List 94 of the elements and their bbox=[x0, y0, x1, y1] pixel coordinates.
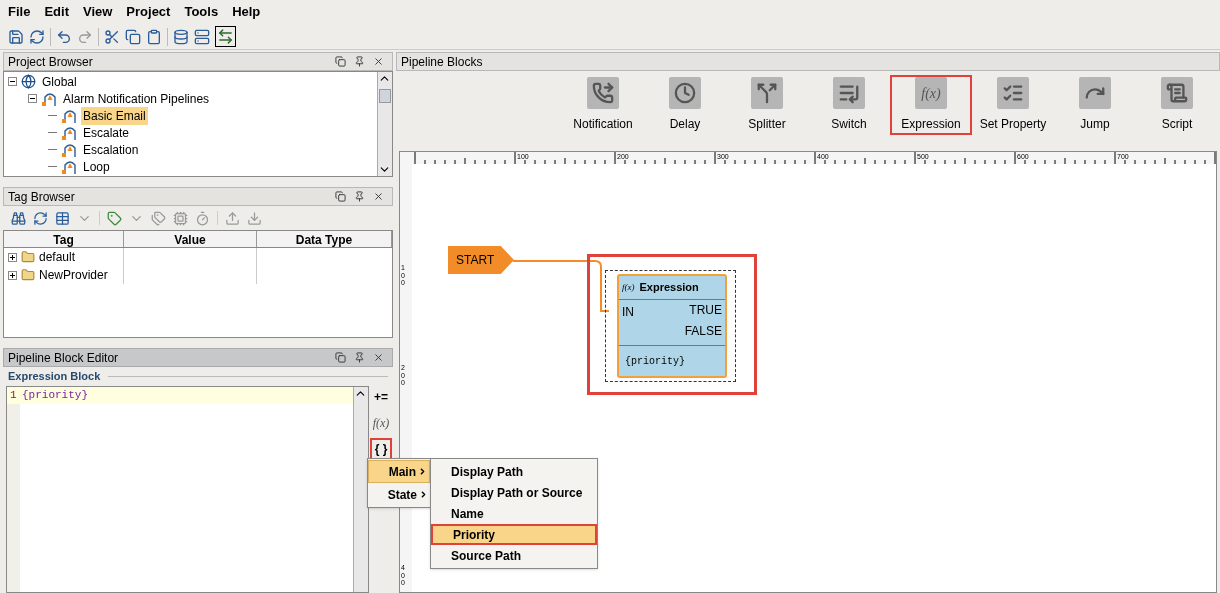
start-block[interactable]: START bbox=[448, 246, 514, 274]
insert-tool-button[interactable]: += bbox=[370, 386, 392, 408]
folder-icon bbox=[21, 250, 35, 264]
expression-block[interactable]: f(x) Expression IN TRUE FALSE {priority} bbox=[617, 274, 727, 378]
close-icon[interactable] bbox=[373, 56, 384, 67]
table-cell[interactable]: default bbox=[39, 248, 76, 266]
output-port-label: FALSE bbox=[684, 324, 722, 339]
line-number: 1 bbox=[7, 387, 20, 404]
function-icon: f(x) bbox=[622, 280, 635, 295]
float-icon[interactable] bbox=[335, 56, 346, 67]
globe-icon bbox=[21, 74, 36, 89]
block-palette-button[interactable]: f(x) Expression bbox=[890, 75, 972, 135]
tree-item[interactable]: Escalation bbox=[81, 140, 141, 159]
transfer-icon[interactable] bbox=[215, 26, 236, 47]
block-palette-button[interactable]: Script bbox=[1136, 75, 1218, 135]
undo-icon[interactable] bbox=[56, 28, 72, 45]
database-icon[interactable] bbox=[173, 28, 189, 45]
pin-icon[interactable] bbox=[354, 191, 365, 202]
table-icon[interactable] bbox=[55, 210, 70, 226]
tree-item[interactable]: Escalate bbox=[81, 123, 132, 142]
tree-item[interactable]: Global bbox=[40, 72, 79, 91]
script-block-icon bbox=[1161, 77, 1193, 109]
collapse-icon[interactable] bbox=[8, 77, 17, 86]
collapse-icon[interactable] bbox=[28, 94, 37, 103]
tag-icon[interactable] bbox=[107, 210, 122, 226]
pin-icon[interactable] bbox=[354, 56, 365, 67]
pipeline-icon bbox=[61, 124, 77, 141]
block-expression: {priority} bbox=[625, 354, 685, 369]
folder-icon bbox=[21, 268, 35, 282]
insert-tool-button[interactable]: f(x) bbox=[370, 412, 392, 434]
block-palette-button[interactable]: Splitter bbox=[726, 75, 808, 135]
jump-block-icon bbox=[1079, 77, 1111, 109]
paste-icon[interactable] bbox=[146, 28, 162, 45]
binoculars-icon[interactable] bbox=[11, 210, 26, 226]
menu-item[interactable]: Tools bbox=[184, 2, 219, 22]
pipeline-icon bbox=[61, 107, 77, 124]
block-palette-button[interactable]: Set Property bbox=[972, 75, 1054, 135]
panel-title: Tag Browser bbox=[8, 188, 75, 206]
float-icon[interactable] bbox=[335, 191, 346, 202]
delay-block-icon bbox=[669, 77, 701, 109]
menu-item[interactable]: Help bbox=[232, 2, 261, 22]
code-line: {priority} bbox=[22, 388, 88, 404]
input-port-label: IN bbox=[622, 304, 634, 318]
refresh-icon[interactable] bbox=[33, 210, 48, 226]
copy-icon[interactable] bbox=[125, 28, 141, 45]
splitter-block-icon bbox=[751, 77, 783, 109]
expand-icon[interactable] bbox=[8, 270, 17, 280]
notification-block-icon bbox=[587, 77, 619, 109]
refresh-icon[interactable] bbox=[29, 28, 45, 45]
cut-icon[interactable] bbox=[104, 28, 120, 45]
tree-item[interactable]: Alarm Notification Pipelines bbox=[61, 89, 212, 108]
menu-item[interactable]: Display Path or Source bbox=[431, 482, 597, 503]
column-header[interactable]: Data Type bbox=[257, 231, 392, 247]
float-icon[interactable] bbox=[335, 352, 346, 363]
menu-item[interactable]: Main bbox=[368, 460, 430, 483]
menu-item[interactable]: Display Path bbox=[431, 461, 597, 482]
panel-title: Pipeline Block Editor bbox=[8, 349, 119, 367]
menu-item[interactable]: Source Path bbox=[431, 545, 597, 566]
code-editor[interactable]: 1 {priority} bbox=[6, 386, 369, 593]
close-icon[interactable] bbox=[373, 352, 384, 363]
pin-icon[interactable] bbox=[354, 352, 365, 363]
block-palette-button[interactable]: Switch bbox=[808, 75, 890, 135]
menu-item[interactable]: View bbox=[82, 2, 113, 22]
tree-item[interactable]: Loop bbox=[81, 157, 112, 176]
menu-item[interactable]: Project bbox=[126, 2, 171, 22]
scrollbar[interactable] bbox=[353, 387, 368, 592]
block-palette-button[interactable]: Notification bbox=[562, 75, 644, 135]
scrollbar[interactable] bbox=[377, 72, 392, 176]
panel-title: Pipeline Blocks bbox=[401, 53, 483, 71]
column-header[interactable]: Value bbox=[124, 231, 257, 247]
expand-icon[interactable] bbox=[8, 252, 17, 262]
server-icon[interactable] bbox=[194, 28, 210, 45]
section-title: Expression Block bbox=[8, 369, 101, 385]
output-port-label: TRUE bbox=[689, 303, 722, 318]
function-icon: f(x) bbox=[915, 77, 947, 109]
menu-item[interactable]: Name bbox=[431, 503, 597, 524]
table-cell[interactable]: NewProvider bbox=[39, 266, 108, 284]
column-header[interactable]: Tag bbox=[4, 231, 124, 247]
block-palette-button[interactable]: Delay bbox=[644, 75, 726, 135]
pipeline-icon bbox=[61, 158, 77, 175]
menu-item[interactable]: Priority bbox=[431, 524, 597, 545]
block-title: Expression bbox=[639, 280, 699, 296]
switch-block-icon bbox=[833, 77, 865, 109]
scroll-thumb[interactable] bbox=[379, 89, 391, 103]
pipeline-icon bbox=[61, 141, 77, 158]
tree-item[interactable]: Basic Email bbox=[81, 106, 148, 125]
set-property-block-icon bbox=[997, 77, 1029, 109]
save-icon[interactable] bbox=[8, 28, 24, 45]
block-palette-button[interactable]: Jump bbox=[1054, 75, 1136, 135]
pipeline-icon bbox=[41, 90, 57, 107]
close-icon[interactable] bbox=[373, 191, 384, 202]
menu-item[interactable]: File bbox=[8, 2, 31, 22]
panel-title: Project Browser bbox=[8, 53, 93, 71]
menu-item[interactable]: Edit bbox=[44, 2, 69, 22]
